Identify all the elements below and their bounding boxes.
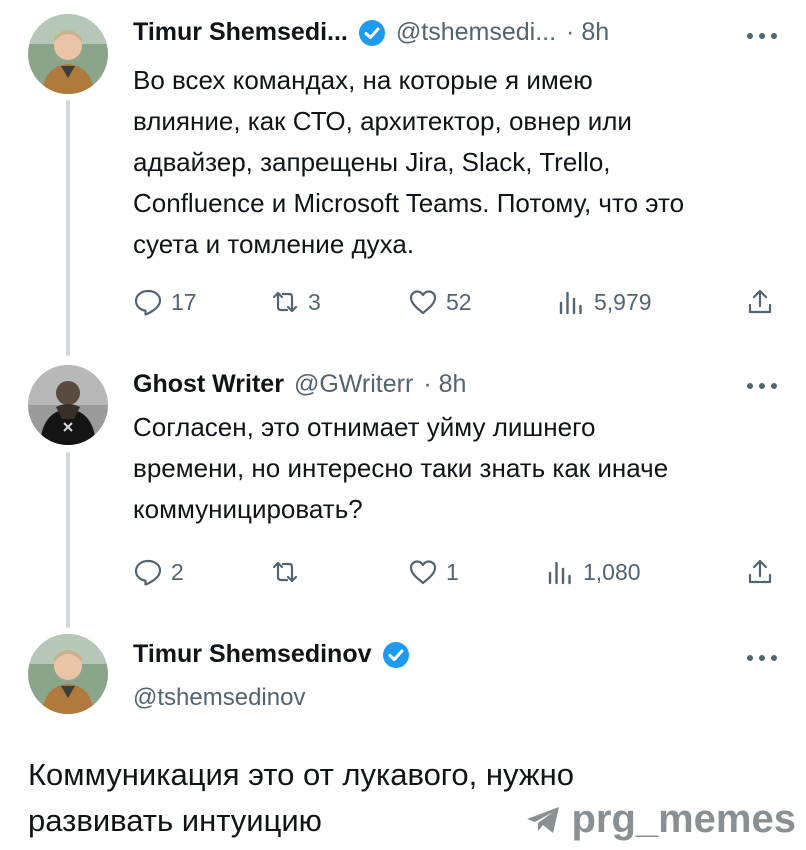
telegram-icon: [527, 806, 560, 833]
views-button[interactable]: 5,979: [556, 285, 652, 319]
views-icon: [548, 561, 571, 585]
author-name[interactable]: Timur Shemsedi...: [133, 18, 348, 47]
tweet-1-actions: 17 3 52 5,979: [133, 285, 783, 319]
verified-badge-icon: [382, 641, 410, 669]
tweet-text: Согласен, это отнимает уйму лишнего врем…: [133, 412, 669, 524]
author-name[interactable]: Timur Shemsedinov: [133, 640, 372, 669]
more-icon[interactable]: [744, 376, 780, 396]
reply-icon: [134, 559, 162, 586]
views-count: 5,979: [594, 288, 652, 315]
views-icon: [559, 291, 582, 315]
thread-line: [66, 100, 70, 356]
reply-icon: [134, 289, 162, 316]
repost-count: 3: [308, 288, 321, 315]
tweet-text: Во всех командах, на которые я имею влия…: [133, 65, 685, 259]
like-count: 52: [446, 288, 472, 315]
repost-button[interactable]: 3: [270, 285, 321, 319]
more-icon[interactable]: [744, 26, 780, 46]
repost-button[interactable]: [270, 555, 308, 589]
reply-count: 17: [171, 288, 197, 315]
more-icon[interactable]: [744, 648, 780, 668]
main-tweet-header: Timur Shemsedinov: [133, 640, 410, 669]
timestamp[interactable]: · 8h: [566, 18, 609, 47]
thread-line: [66, 452, 70, 628]
author-handle[interactable]: @tshemsedinov: [133, 684, 305, 712]
share-icon: [748, 289, 772, 314]
like-button[interactable]: 1: [408, 555, 459, 589]
repost-icon: [272, 291, 298, 313]
author-handle[interactable]: @GWriterr: [294, 370, 413, 399]
share-icon: [748, 559, 772, 584]
tweet-2-actions: 2 1 1,080: [133, 555, 783, 589]
reply-button[interactable]: 17: [133, 285, 197, 319]
share-button[interactable]: [745, 555, 783, 589]
tweet-1-header: Timur Shemsedi... @tshemsedi... · 8h: [133, 18, 609, 47]
share-button[interactable]: [745, 285, 783, 319]
tweet-2-header: Ghost Writer @GWriterr · 8h: [133, 370, 466, 399]
avatar-timur[interactable]: [28, 14, 108, 94]
like-icon: [409, 290, 437, 315]
like-button[interactable]: 52: [408, 285, 472, 319]
reply-button[interactable]: 2: [133, 555, 184, 589]
avatar-timur[interactable]: [28, 634, 108, 714]
views-count: 1,080: [583, 558, 641, 585]
like-icon: [409, 560, 437, 585]
author-handle[interactable]: @tshemsedi...: [396, 18, 556, 47]
like-count: 1: [446, 558, 459, 585]
timestamp[interactable]: · 8h: [423, 370, 466, 399]
avatar-ghost-writer[interactable]: [28, 365, 108, 445]
watermark-text: prg_memes: [571, 797, 796, 841]
views-button[interactable]: 1,080: [545, 555, 641, 589]
verified-badge-icon: [358, 19, 386, 47]
watermark: prg_memes: [525, 797, 796, 842]
author-name[interactable]: Ghost Writer: [133, 370, 284, 399]
repost-icon: [272, 561, 298, 583]
reply-count: 2: [171, 558, 184, 585]
